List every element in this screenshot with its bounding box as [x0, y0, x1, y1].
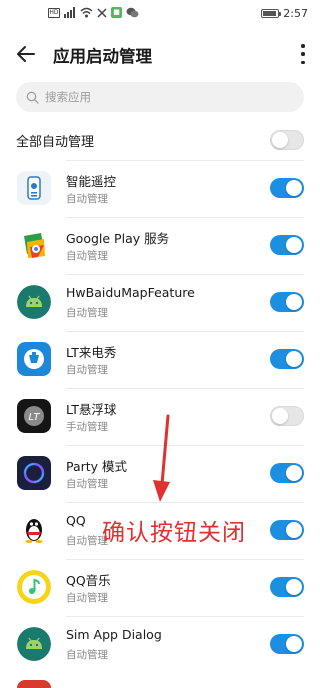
x-icon: [97, 8, 107, 18]
next-app-icon-partial: [17, 680, 51, 688]
svg-text:LT: LT: [28, 412, 40, 423]
app-name: Google Play 服务: [66, 231, 170, 246]
wifi-icon: [80, 7, 93, 18]
list-item[interactable]: HwBaiduMapFeature 自动管理: [0, 274, 320, 331]
app-toggle[interactable]: [270, 178, 304, 198]
app-mode: 自动管理: [66, 478, 108, 490]
app-toggle[interactable]: [270, 292, 304, 312]
qq-music-icon: [17, 570, 51, 604]
toggle-knob: [286, 522, 302, 538]
annotation-arrow: [153, 414, 170, 502]
list-item[interactable]: QQ音乐 自动管理: [0, 559, 320, 616]
app-mode: 自动管理: [66, 364, 108, 376]
auto-manage-all-toggle[interactable]: [270, 130, 304, 150]
battery-icon: [261, 9, 282, 18]
search-placeholder: 搜索应用: [45, 90, 91, 104]
arrow-left-icon[interactable]: [14, 42, 38, 66]
app-bar: 应用启动管理: [0, 26, 320, 82]
google-play-services-icon: [17, 228, 51, 262]
divider: [66, 160, 304, 161]
divider: [66, 559, 304, 560]
search-input[interactable]: 搜索应用: [16, 82, 304, 112]
toggle-knob: [272, 408, 288, 424]
app-name: QQ: [66, 513, 86, 528]
list-item[interactable]: Google Play 服务 自动管理: [0, 217, 320, 274]
wechat-icon: [126, 7, 139, 18]
divider: [66, 217, 304, 218]
app-toggle[interactable]: [270, 463, 304, 483]
page-title: 应用启动管理: [53, 47, 152, 66]
lt-caller-show-icon: [17, 342, 51, 376]
app-name: LT来电秀: [66, 345, 117, 360]
app-mode: 自动管理: [66, 193, 108, 205]
toggle-knob: [272, 132, 288, 148]
list-item[interactable]: Sim App Dialog 自动管理: [0, 616, 320, 673]
toggle-knob: [286, 636, 302, 652]
status-right: 2:57: [261, 7, 308, 20]
remote-control-icon: [17, 171, 51, 205]
divider: [66, 502, 304, 503]
qq-penguin-icon: [17, 513, 51, 547]
app-toggle[interactable]: [270, 349, 304, 369]
divider: [66, 388, 304, 389]
status-icons: HD ■: [48, 7, 139, 18]
app-name: QQ音乐: [66, 573, 111, 588]
app-name: 智能遥控: [66, 174, 117, 189]
list-item[interactable]: LT来电秀 自动管理: [0, 331, 320, 388]
app-toggle[interactable]: [270, 520, 304, 540]
toggle-knob: [286, 294, 302, 310]
party-mode-icon: [17, 456, 51, 490]
divider: [66, 331, 304, 332]
status-bar: HD ■ 2:57: [0, 0, 320, 26]
app-toggle[interactable]: [270, 577, 304, 597]
lt-float-ball-icon: LT: [17, 399, 51, 433]
app-name: Sim App Dialog: [66, 627, 162, 642]
auto-manage-all-row: 全部自动管理: [16, 124, 304, 156]
annotation-text: 确认按钮关闭: [102, 520, 246, 546]
toggle-knob: [286, 351, 302, 367]
status-time: 2:57: [283, 7, 308, 20]
app-mode: 自动管理: [66, 592, 108, 604]
list-item[interactable]: 智能遥控 自动管理: [0, 160, 320, 217]
app-mode: 自动管理: [66, 649, 108, 661]
toggle-knob: [286, 237, 302, 253]
app-mode: 自动管理: [66, 307, 108, 319]
toggle-knob: [286, 180, 302, 196]
android-icon: [17, 285, 51, 319]
app-name: HwBaiduMapFeature: [66, 285, 195, 300]
divider: [66, 445, 304, 446]
toggle-knob: [286, 579, 302, 595]
hd-icon: HD: [48, 7, 60, 18]
app-toggle[interactable]: [270, 235, 304, 255]
search-icon: [26, 91, 39, 104]
app-mode: 自动管理: [66, 250, 108, 262]
app-badge-icon: ■: [111, 7, 122, 18]
toggle-knob: [286, 465, 302, 481]
auto-manage-all-label: 全部自动管理: [16, 134, 95, 150]
divider: [66, 616, 304, 617]
app-mode: 手动管理: [66, 421, 108, 433]
app-toggle[interactable]: [270, 634, 304, 654]
divider: [66, 274, 304, 275]
app-toggle[interactable]: [270, 406, 304, 426]
more-vertical-icon[interactable]: [300, 44, 306, 64]
app-name: Party 模式: [66, 459, 128, 474]
signal-icon: [64, 7, 75, 18]
android-icon: [17, 627, 51, 661]
app-name: LT悬浮球: [66, 402, 117, 417]
